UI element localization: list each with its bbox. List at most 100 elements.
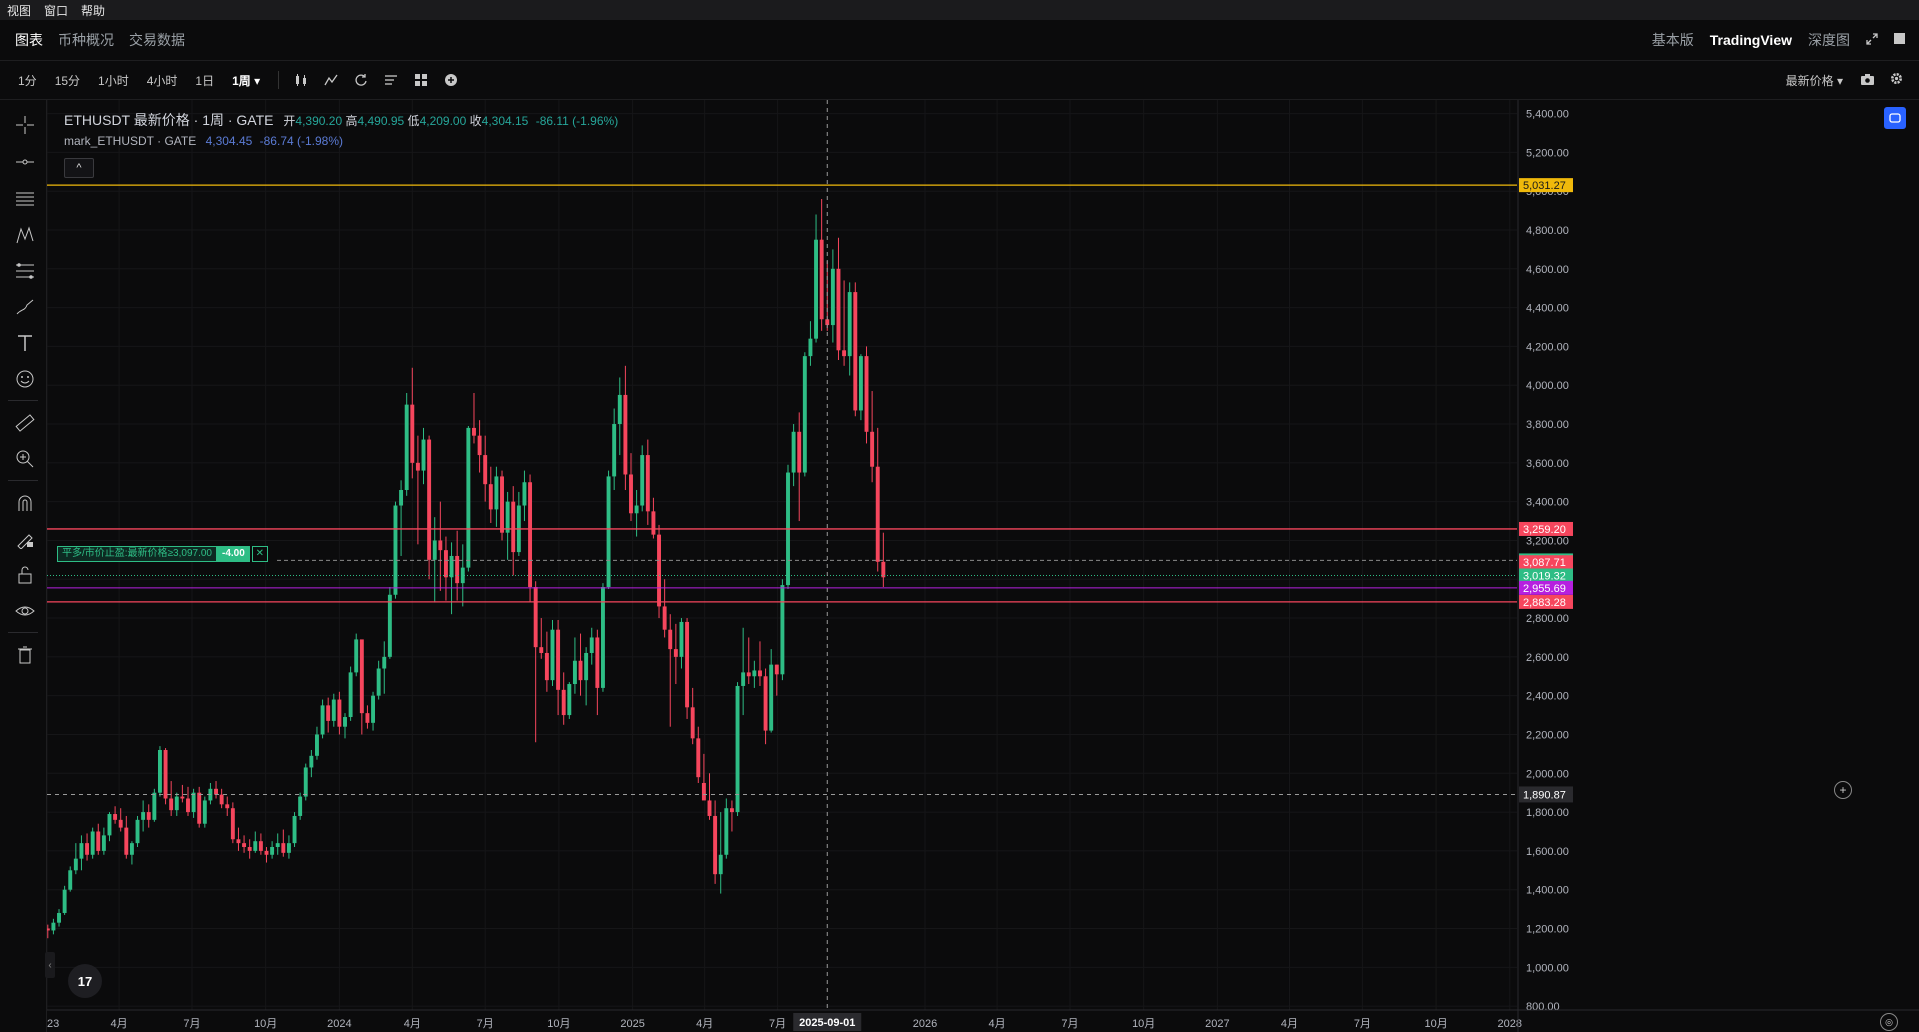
- fib-retracement-icon[interactable]: [12, 258, 38, 284]
- candle-body: [550, 629, 555, 681]
- view-tradingview[interactable]: TradingView: [1710, 32, 1792, 48]
- candle-body: [247, 847, 252, 851]
- high-value: 4,490.95: [357, 114, 405, 128]
- horizontal-lines-icon[interactable]: [12, 186, 38, 212]
- candle-body: [141, 812, 146, 820]
- candle-body: [298, 796, 303, 816]
- candle-body: [544, 652, 549, 681]
- window-square-icon[interactable]: [1894, 33, 1905, 47]
- candle-body: [483, 455, 488, 485]
- chevron-left-icon[interactable]: ‹: [45, 952, 55, 978]
- candle-body: [157, 750, 162, 793]
- x-tick-label: 4月: [111, 1018, 128, 1030]
- x-tick-label: 4月: [1281, 1018, 1298, 1030]
- top-nav: 图表 币种概况 交易数据 基本版 TradingView 深度图: [0, 20, 1919, 61]
- y-tick-label: 1,400.00: [1526, 885, 1569, 897]
- menu-view[interactable]: 视图: [0, 2, 37, 19]
- price-type-select[interactable]: 最新价格 ▾: [1786, 72, 1843, 89]
- candle-body: [589, 637, 594, 653]
- tradingview-logo[interactable]: 17: [68, 964, 102, 998]
- price-chart[interactable]: 800.00 1,000.00 1,200.00 1,400.00 1,600.00 1,…: [47, 100, 1919, 1032]
- mark-value: 4,304.45: [205, 134, 253, 148]
- y-tick-label: 2,000.00: [1526, 768, 1569, 780]
- y-tick-label: 2,400.00: [1526, 691, 1569, 703]
- axis-price-label: 2,955.69: [1523, 583, 1566, 595]
- y-tick-label: 3,200.00: [1526, 535, 1569, 547]
- interval-1w[interactable]: 1周 ▾: [232, 72, 260, 89]
- magnet-icon[interactable]: [12, 490, 38, 516]
- ruler-icon[interactable]: [12, 410, 38, 436]
- order-close-icon[interactable]: ✕: [251, 546, 268, 562]
- candle-body: [270, 847, 275, 855]
- tab-chart[interactable]: 图表: [15, 30, 43, 50]
- trash-icon[interactable]: [12, 642, 38, 668]
- candle-body: [488, 484, 493, 510]
- tab-trading-data[interactable]: 交易数据: [129, 30, 185, 50]
- candle-body: [225, 804, 230, 809]
- x-tick-label: 2023: [47, 1018, 59, 1030]
- candle-body: [292, 815, 297, 844]
- candle-type-icon[interactable]: [293, 72, 309, 88]
- candle-body: [309, 755, 314, 768]
- brush-icon[interactable]: [12, 294, 38, 320]
- y-tick-label: 4,600.00: [1526, 264, 1569, 276]
- y-tick-label: 4,400.00: [1526, 303, 1569, 315]
- candle-body: [651, 511, 656, 535]
- scroll-to-realtime-icon[interactable]: ◎: [1880, 1013, 1898, 1031]
- view-depth[interactable]: 深度图: [1808, 30, 1850, 50]
- tab-coin-overview[interactable]: 币种概况: [58, 30, 114, 50]
- view-basic[interactable]: 基本版: [1652, 30, 1694, 50]
- x-tick-label: 7月: [183, 1018, 200, 1030]
- open-label: 开: [283, 114, 296, 128]
- lock-drawing-icon[interactable]: [12, 526, 38, 552]
- pattern-icon[interactable]: [12, 222, 38, 248]
- trend-line-icon[interactable]: [12, 149, 38, 175]
- layout-grid-icon[interactable]: [413, 72, 429, 88]
- menu-help[interactable]: 帮助: [74, 2, 111, 19]
- settings-gear-icon[interactable]: [1890, 72, 1903, 88]
- candle-body: [376, 668, 381, 696]
- emoji-icon[interactable]: [12, 366, 38, 392]
- order-tag[interactable]: 平多/市价止盈:最新价格≥3,097.00 -4.00 ✕: [57, 546, 268, 562]
- chart-toolbar: 1分 15分 1小时 4小时 1日 1周 ▾ 最新价格 ▾: [0, 61, 1919, 100]
- text-tool-icon[interactable]: [12, 330, 38, 356]
- candle-body: [129, 843, 134, 855]
- interval-1h[interactable]: 1小时: [98, 72, 129, 89]
- menu-window[interactable]: 窗口: [37, 2, 74, 19]
- interval-15m[interactable]: 15分: [55, 72, 80, 89]
- unlock-icon[interactable]: [12, 562, 38, 588]
- candle-body: [830, 268, 835, 326]
- fullscreen-icon[interactable]: [1866, 32, 1878, 48]
- eye-icon[interactable]: [12, 598, 38, 624]
- collapse-legend-button[interactable]: ^: [64, 158, 94, 178]
- candle-body: [68, 870, 73, 890]
- add-alert-plus-icon[interactable]: +: [1834, 781, 1852, 799]
- candle-body: [90, 831, 95, 855]
- templates-icon[interactable]: [383, 72, 399, 88]
- sidebar-divider: [8, 480, 38, 481]
- candle-body: [791, 431, 796, 473]
- replay-icon[interactable]: [353, 72, 369, 88]
- sync-toggle-icon[interactable]: [1884, 107, 1906, 129]
- candle-body: [399, 490, 404, 506]
- candle-body: [578, 660, 583, 681]
- candle-body: [612, 424, 617, 477]
- candle-body: [533, 587, 538, 648]
- candle-body: [797, 431, 802, 473]
- add-plus-icon[interactable]: [443, 72, 459, 88]
- candle-body: [567, 684, 572, 716]
- candle-body: [584, 652, 589, 681]
- crosshair-icon[interactable]: [12, 112, 38, 138]
- zoom-in-icon[interactable]: [12, 446, 38, 472]
- candle-body: [359, 639, 364, 714]
- y-tick-label: 1,200.00: [1526, 924, 1569, 936]
- interval-1d[interactable]: 1日: [195, 72, 214, 89]
- interval-1m[interactable]: 1分: [18, 72, 37, 89]
- camera-icon[interactable]: [1861, 73, 1874, 88]
- indicators-icon[interactable]: [323, 72, 339, 88]
- interval-4h[interactable]: 4小时: [147, 72, 178, 89]
- sidebar-divider: [8, 400, 38, 401]
- candle-body: [595, 637, 600, 688]
- candle-body: [752, 670, 757, 677]
- candle-body: [690, 707, 695, 739]
